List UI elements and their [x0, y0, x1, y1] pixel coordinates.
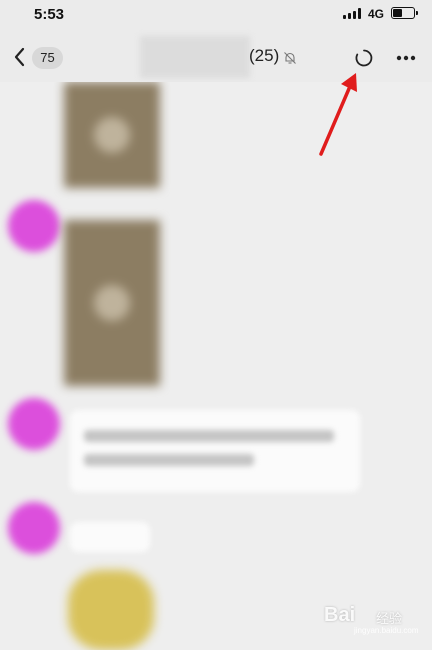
avatar[interactable]: [8, 502, 60, 554]
battery-icon: [391, 7, 418, 19]
more-horizontal-icon[interactable]: [396, 55, 416, 61]
group-name-redacted: [140, 36, 250, 78]
annotation-arrow: [319, 73, 357, 156]
watermark-url: jingyan.baidu.com: [354, 626, 419, 635]
status-time: 5:53: [34, 6, 65, 23]
avatar[interactable]: [8, 398, 60, 450]
text-message-redacted: [84, 454, 254, 466]
battery-level: [393, 9, 402, 17]
unread-count-badge[interactable]: 75: [32, 47, 63, 69]
text-message-bubble[interactable]: [70, 410, 360, 492]
bell-off-icon: [284, 52, 296, 64]
chat-message-list[interactable]: [0, 82, 432, 650]
chevron-left-icon[interactable]: [12, 47, 28, 67]
image-message[interactable]: [64, 82, 160, 188]
group-member-count: (25): [249, 46, 280, 65]
avatar[interactable]: [8, 200, 60, 252]
watermark-product: 经验: [376, 611, 403, 626]
network-type: 4G: [368, 7, 385, 21]
baidu-jingyan-watermark: Bai 经验 jingyan.baidu.com: [314, 596, 418, 636]
sticker-message[interactable]: [68, 570, 154, 650]
image-message[interactable]: [64, 220, 160, 386]
signal-strength-icon: [343, 8, 363, 19]
watermark-brand: Bai: [324, 604, 356, 626]
text-message-bubble[interactable]: [70, 522, 150, 552]
text-message-redacted: [84, 430, 334, 442]
refresh-circle-icon[interactable]: [354, 48, 374, 68]
chat-header: 75 (25): [0, 30, 432, 82]
status-bar: 5:53 4G: [0, 0, 432, 30]
